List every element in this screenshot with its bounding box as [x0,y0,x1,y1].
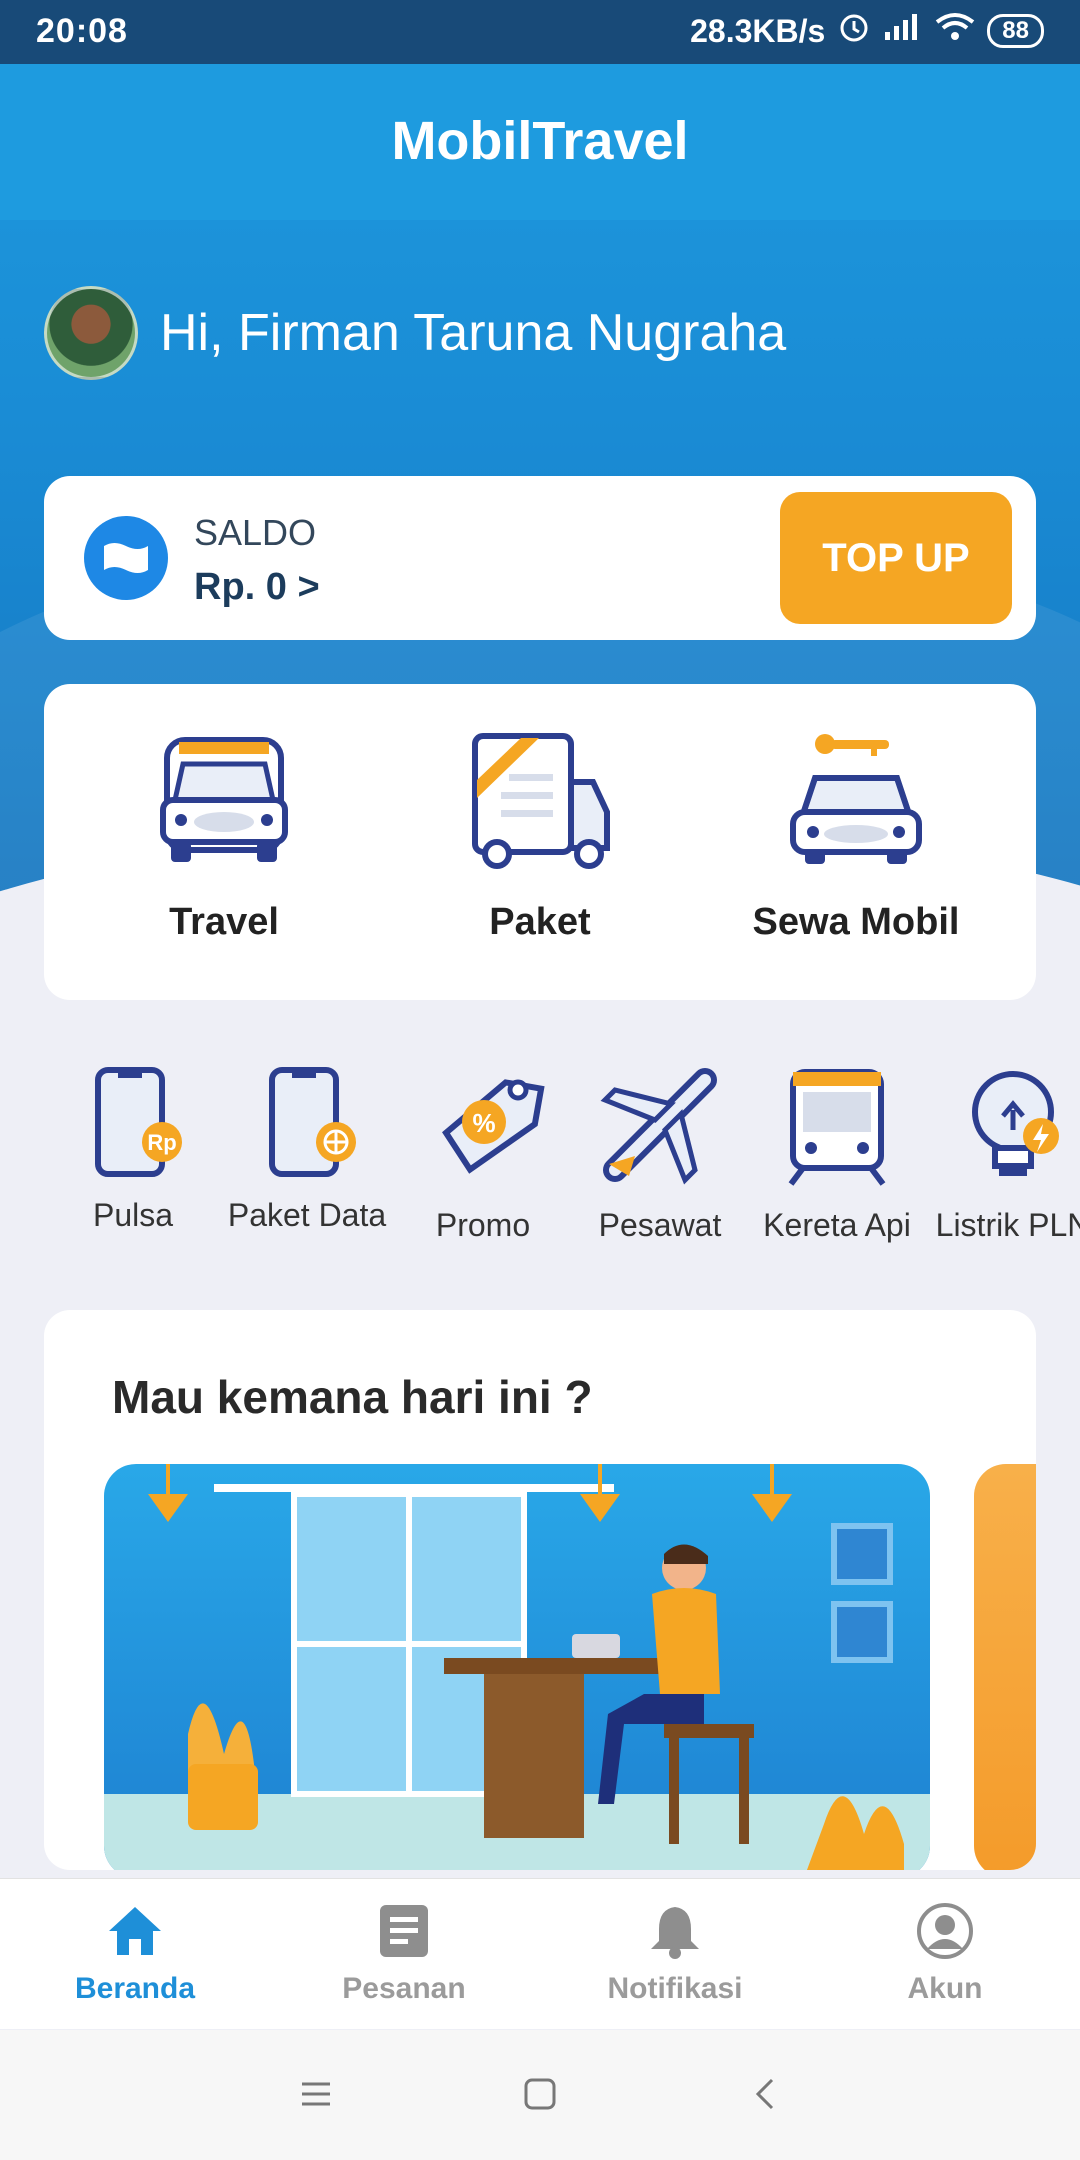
quick-label: Kereta Api [763,1207,911,1243]
quick-item-pesawat[interactable]: Pesawat [575,1060,745,1244]
status-time: 20:08 [36,12,128,50]
nav-beranda[interactable]: Beranda [35,1903,235,2006]
quick-item-promo[interactable]: % Promo [398,1060,568,1244]
phone-data-icon [269,1067,356,1177]
banner-illustration [104,1464,930,1870]
back-icon[interactable] [748,2076,784,2112]
svg-text:Rp: Rp [147,1130,176,1155]
home-square-icon[interactable] [522,2076,558,2112]
wallet-icon [84,516,168,600]
promo-banner-next[interactable] [974,1464,1036,1870]
svg-text:%: % [472,1108,495,1138]
avatar[interactable] [44,286,138,380]
system-navigation-bar [0,2030,1080,2160]
quick-label: Promo [435,1207,531,1243]
nav-pesanan[interactable]: Pesanan [304,1903,504,2006]
status-bar: 20:08 28.3KB/s 88 [0,0,1080,64]
app-title: MobilTravel [391,111,689,171]
service-label: Paket [489,901,591,943]
quick-label: Pesawat [598,1207,722,1243]
quick-item-kereta-api[interactable]: Kereta Api [752,1060,922,1244]
bell-icon [651,1907,699,1959]
bulb-icon [972,1071,1059,1176]
truck-icon [472,733,610,869]
phone-credit-icon: Rp [95,1067,182,1177]
train-icon [788,1069,886,1186]
service-label: Travel [169,901,279,943]
service-sewa-mobil[interactable]: Sewa Mobil [706,730,1006,944]
network-speed: 28.3KB/s [690,12,826,49]
alarm-icon [837,10,871,52]
quick-item-paket-data[interactable]: Paket Data [222,1060,392,1234]
nav-label: Notifikasi [607,1972,743,2005]
bottom-navigation: Beranda Pesanan Notifikasi Akun [0,1878,1080,2029]
signal-icon [883,12,923,50]
balance-label: SALDO [194,512,317,553]
airplane-icon [600,1068,717,1185]
topup-button[interactable]: TOP UP [780,492,1012,624]
quick-menu: Rp Pulsa Paket Data % Promo Pesawat Kere… [0,1060,1080,1260]
status-icons: 28.3KB/s 88 [690,10,1044,52]
nav-label: Pesanan [342,1972,466,2005]
destination-card: Mau kemana hari ini ? [44,1310,1036,1870]
service-paket[interactable]: Paket [390,730,690,944]
van-icon [160,737,288,862]
wifi-icon [935,12,975,50]
balance-card[interactable]: SALDO Rp. 0 > TOP UP [44,476,1036,640]
promo-banner[interactable] [104,1464,930,1870]
nav-akun[interactable]: Akun [845,1903,1045,2006]
nav-label: Beranda [74,1972,196,2005]
nav-notifikasi[interactable]: Notifikasi [575,1903,775,2006]
menu-icon[interactable] [298,2076,334,2112]
quick-label: Paket Data [227,1197,387,1233]
greeting: Hi, Firman Taruna Nugraha [44,286,786,380]
car-key-icon [790,734,922,864]
quick-label: Pulsa [92,1197,174,1233]
home-icon [109,1907,161,1955]
nav-label: Akun [907,1972,983,2005]
service-label: Sewa Mobil [752,901,960,943]
services-card: Travel Paket Sewa Mobil [44,684,1036,1000]
destination-title: Mau kemana hari ini ? [112,1371,593,1423]
service-travel[interactable]: Travel [74,730,374,944]
quick-item-listrik-pln[interactable]: Listrik PLN [928,1060,1080,1244]
promo-tag-icon: % [442,1079,545,1174]
account-icon [917,1903,973,1959]
greeting-text: Hi, Firman Taruna Nugraha [160,304,787,362]
orders-icon [380,1905,428,1957]
balance-value[interactable]: Rp. 0 > [194,566,320,609]
battery-indicator: 88 [987,14,1044,48]
quick-label: Listrik PLN [935,1207,1080,1243]
quick-item-pulsa[interactable]: Rp Pulsa [48,1060,218,1234]
